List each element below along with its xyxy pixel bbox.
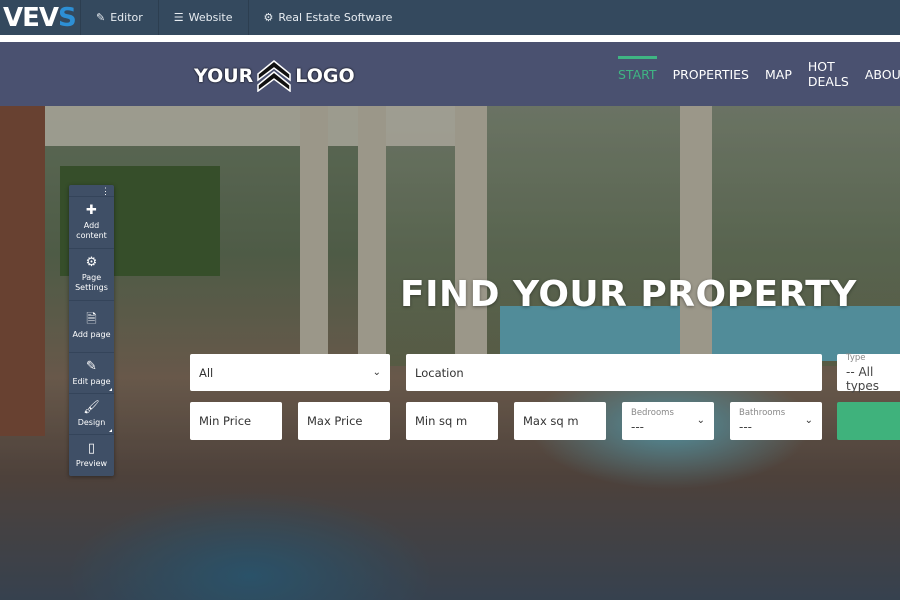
hero-image: FIND YOUR PROPERTY All ⌄ Location Type -- … [0,106,900,600]
nav-about[interactable]: ABOUT [865,42,900,106]
max-sqm-placeholder: Max sq m [523,414,579,428]
design-button[interactable]: 🖌 Design [69,394,114,435]
bathrooms-label: Bathrooms [739,408,786,418]
corner-indicator [109,388,112,391]
editor-topbar: VEV S ✎ Editor ☰ Website ⚙ Real Estate Softw… [0,0,900,35]
drag-handle-icon[interactable]: ⋮ [69,185,114,197]
file-icon: 🗎 [86,312,97,327]
nav-map[interactable]: MAP [765,42,792,106]
bedrooms-value: --- [631,420,644,434]
pencil-icon: ✎ [96,11,106,24]
brush-icon: 🖌 [83,399,100,415]
website-tab[interactable]: ☰ Website [157,0,248,35]
bedrooms-label: Bedrooms [631,408,674,418]
category-select[interactable]: All ⌄ [190,354,390,391]
cogs-icon: ⚙ [85,255,98,270]
add-content-label: Add content [76,221,107,240]
chevron-down-icon: ⌄ [372,366,381,378]
location-placeholder: Location [415,365,464,380]
min-sqm-placeholder: Min sq m [415,414,468,428]
nav-properties[interactable]: PROPERTIES [673,42,749,106]
vevs-logo[interactable]: VEV S [0,0,80,35]
hero-overlay [0,106,900,600]
chevron-down-icon: ⌄ [804,414,813,426]
max-sqm-input[interactable]: Max sq m [514,402,606,440]
real-estate-label: Real Estate Software [278,11,393,24]
site-header: YOUR LOGO START PROPERTIES MAP HOT DEALS… [0,42,900,106]
divider-strip [0,35,900,42]
type-select[interactable]: Type -- All types [837,352,900,393]
search-button[interactable] [837,402,900,440]
max-price-input[interactable]: Max Price [298,402,390,440]
real-estate-software-tab[interactable]: ⚙ Real Estate Software [247,0,408,35]
bedrooms-select[interactable]: Bedrooms --- ⌄ [622,402,714,440]
hero-headline: FIND YOUR PROPERTY [400,274,857,315]
main-nav: START PROPERTIES MAP HOT DEALS ABOUT [618,42,900,106]
design-label: Design [77,417,106,427]
add-page-button[interactable]: 🗎 Add page [69,301,114,353]
website-label: Website [188,11,233,24]
min-sqm-input[interactable]: Min sq m [406,402,498,440]
pencil-icon: ✎ [86,358,97,374]
max-price-placeholder: Max Price [307,414,363,428]
plus-icon: ✚ [86,203,97,218]
mobile-icon: ▯ [87,441,96,456]
nav-hot-deals[interactable]: HOT DEALS [808,42,849,106]
category-value: All [199,365,214,380]
preview-button[interactable]: ▯ Preview [69,435,114,476]
brand-accent: S [58,2,77,33]
logo-right-text: LOGO [295,65,355,87]
type-label: Type [846,352,866,363]
type-value: -- All types [846,364,880,393]
add-content-button[interactable]: ✚ Add content [69,197,114,249]
min-price-placeholder: Min Price [199,414,252,428]
editor-label: Editor [110,11,143,24]
corner-indicator [109,429,112,432]
chevron-logo-icon [257,60,292,92]
list-icon: ☰ [173,11,184,24]
site-logo[interactable]: YOUR LOGO [194,60,355,92]
nav-start[interactable]: START [618,42,657,106]
location-input[interactable]: Location [406,354,822,391]
chevron-down-icon: ⌄ [696,414,705,426]
bathrooms-value: --- [739,420,752,434]
preview-label: Preview [75,459,108,468]
edit-page-label: Edit page [72,376,111,386]
page-settings-button[interactable]: ⚙ Page Settings [69,249,114,301]
min-price-input[interactable]: Min Price [190,402,282,440]
editor-tab[interactable]: ✎ Editor [80,0,158,35]
editor-side-panel: ⋮ ✚ Add content ⚙ Page Settings 🗎 Add page … [69,185,114,476]
logo-left-text: YOUR [194,65,254,87]
bathrooms-select[interactable]: Bathrooms --- ⌄ [730,402,822,440]
page-settings-label: Page Settings [75,273,108,292]
brand-text: VEV [3,2,59,33]
edit-page-button[interactable]: ✎ Edit page [69,353,114,394]
gear-icon: ⚙ [263,11,274,24]
add-page-label: Add page [72,330,111,339]
